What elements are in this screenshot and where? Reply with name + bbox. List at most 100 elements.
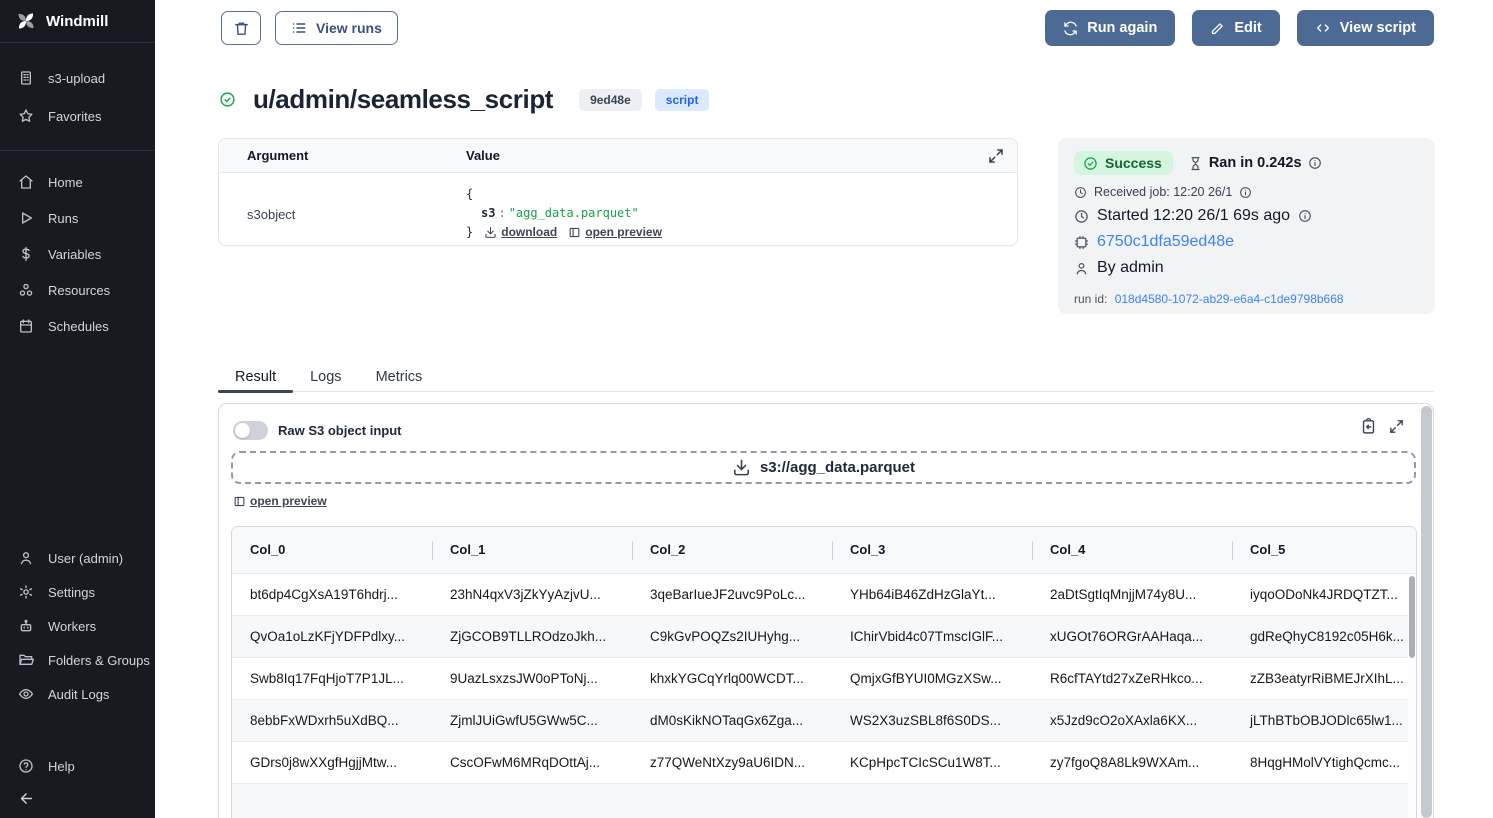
tab-result[interactable]: Result <box>218 362 293 391</box>
sidebar-item-runs[interactable]: Runs <box>0 200 155 236</box>
download-label: download <box>501 223 557 242</box>
run-id-row: run id: 018d4580-1072-ab29-e6a4-c1de9798… <box>1074 292 1419 306</box>
sidebar-item-favorites[interactable]: Favorites <box>0 97 155 135</box>
tab-logs[interactable]: Logs <box>293 362 358 391</box>
s3-file-uri: s3://agg_data.parquet <box>760 459 915 476</box>
received-label: Received job: 12:20 26/1 <box>1094 185 1232 199</box>
result-table-body: bt6dp4CgXsA19T6hdrj...23hN4qxV3jZkYyAzjv… <box>232 573 1417 818</box>
edit-button[interactable]: Edit <box>1192 10 1279 46</box>
sidebar: Windmill s3-upload Favorites Home Runs V… <box>0 0 155 818</box>
sidebar-item-label: Help <box>48 759 75 774</box>
download-icon <box>732 458 751 477</box>
expand-icon[interactable] <box>987 147 1005 165</box>
open-preview-link[interactable]: open preview <box>233 494 327 508</box>
result-panel-scrollbar[interactable] <box>1421 406 1432 818</box>
sidebar-item-settings[interactable]: Settings <box>0 575 155 609</box>
sidebar-item-workspace[interactable]: s3-upload <box>0 59 155 97</box>
table-row: Swb8Iq17FqHjoT7P1JL...9UazLsxzsJW0oPToNj… <box>232 657 1417 699</box>
sidebar-item-audit-logs[interactable]: Audit Logs <box>0 677 155 711</box>
table-row: QvOa1oLzKFjYDFPdlxy...ZjGCOB9TLLROdzoJkh… <box>232 615 1417 657</box>
sidebar-item-schedules[interactable]: Schedules <box>0 308 155 344</box>
help-icon <box>18 758 34 774</box>
status-row-received: Received job: 12:20 26/1 <box>1074 185 1419 199</box>
json-close-row: } download open preview <box>466 223 662 242</box>
hourglass-icon <box>1188 156 1203 171</box>
table-cell: ZjmlJUiGwfU5GWw5C... <box>432 699 632 741</box>
user-icon <box>18 550 34 566</box>
star-icon <box>18 108 34 124</box>
table-scrollbar[interactable] <box>1408 574 1416 818</box>
sidebar-item-label: User (admin) <box>48 551 123 566</box>
toolbar-right: Run again Edit View script <box>1045 10 1434 46</box>
result-table-header-row: Col_0Col_1Col_2Col_3Col_4Col_5 <box>232 527 1417 573</box>
clock-icon <box>1074 209 1089 224</box>
expand-icon[interactable] <box>1388 418 1405 435</box>
json-string-value: "agg_data.parquet" <box>509 206 639 220</box>
json-colon: : <box>495 206 508 220</box>
status-badge: Success <box>1074 151 1173 175</box>
table-cell: 8HqgHMolVYtighQcmc... <box>1232 741 1417 783</box>
table-cell: WS2X3uzSBL8f6S0DS... <box>832 699 1032 741</box>
raw-s3-toggle[interactable] <box>233 421 268 440</box>
table-cell: jLThBTbOBJODlc65lw1... <box>1232 699 1417 741</box>
job-status-card: Success Ran in 0.242s Received job: 12:2… <box>1058 138 1435 314</box>
table-cell: x5Jzd9cO2oXAxla6KX... <box>1032 699 1232 741</box>
sidebar-item-user[interactable]: User (admin) <box>0 541 155 575</box>
home-icon <box>18 174 34 190</box>
download-icon <box>484 226 497 239</box>
clock-icon <box>1074 186 1087 199</box>
s3-file-download-zone[interactable]: s3://agg_data.parquet <box>231 451 1416 484</box>
sidebar-item-label: Resources <box>48 283 110 298</box>
trash-icon <box>233 20 250 37</box>
table-cell: Swb8Iq17FqHjoT7P1JL... <box>232 657 432 699</box>
sidebar-item-variables[interactable]: Variables <box>0 236 155 272</box>
open-preview-link[interactable]: open preview <box>568 223 662 242</box>
table-scrollbar-thumb[interactable] <box>1409 576 1415 658</box>
boxes-icon <box>18 282 34 298</box>
json-line: s3:"agg_data.parquet" <box>466 204 662 223</box>
info-icon[interactable] <box>1298 209 1312 223</box>
run-again-button[interactable]: Run again <box>1045 10 1175 46</box>
table-cell: iyqoODoNk4JRDQTZT... <box>1232 573 1417 615</box>
sidebar-item-resources[interactable]: Resources <box>0 272 155 308</box>
argument-name: s3object <box>219 173 466 242</box>
tab-metrics[interactable]: Metrics <box>359 362 440 391</box>
table-row: 8ebbFxWDxrh5uXdBQ...ZjmlJUiGwfU5GWw5C...… <box>232 699 1417 741</box>
table-cell: 23hN4qxV3jZkYyAzjvU... <box>432 573 632 615</box>
copy-clipboard-icon[interactable] <box>1360 418 1377 435</box>
view-script-button[interactable]: View script <box>1297 10 1434 46</box>
pencil-icon <box>1210 21 1225 36</box>
sidebar-collapse-button[interactable] <box>12 786 35 810</box>
arguments-card: Argument Value s3object { s3:"agg_data.p… <box>218 138 1018 246</box>
delete-button[interactable] <box>221 11 261 45</box>
gear-icon <box>18 584 34 600</box>
sidebar-item-folders-groups[interactable]: Folders & Groups <box>0 643 155 677</box>
table-cell: khxkYGCqYrlq00WCDT... <box>632 657 832 699</box>
download-link[interactable]: download <box>484 223 557 242</box>
json-close-brace: } <box>466 223 473 242</box>
table-cell: zZB3eatyrRiBMEJrXIhL... <box>1232 657 1417 699</box>
worker-link[interactable]: 6750c1dfa59ed48e <box>1097 233 1234 251</box>
table-cell: dM0sKikNOTaqGx6Zga... <box>632 699 832 741</box>
table-cell: 2aDtSgtIqMnjjM74y8U... <box>1032 573 1232 615</box>
started-label: Started 12:20 26/1 69s ago <box>1097 207 1290 225</box>
view-runs-label: View runs <box>316 20 382 36</box>
app-logo[interactable]: Windmill <box>0 0 155 43</box>
sidebar-item-label: Home <box>48 175 83 190</box>
argument-row: s3object { s3:"agg_data.parquet" } downl… <box>219 173 1017 242</box>
toggle-knob <box>235 423 250 438</box>
table-cell: C9kGvPOQZs2IUHyhg... <box>632 615 832 657</box>
run-id-link[interactable]: 018d4580-1072-ab29-e6a4-c1de9798b668 <box>1115 292 1344 306</box>
toolbar-left: View runs <box>221 11 398 45</box>
play-icon <box>18 210 34 226</box>
info-icon[interactable] <box>1308 156 1322 170</box>
result-panel-scrollbar-thumb[interactable] <box>1421 406 1432 818</box>
page-title: u/admin/seamless_script <box>253 84 553 115</box>
open-preview-icon <box>568 226 581 239</box>
arrow-left-icon <box>18 790 35 807</box>
sidebar-item-help[interactable]: Help <box>0 749 155 783</box>
info-icon[interactable] <box>1239 186 1252 199</box>
sidebar-item-workers[interactable]: Workers <box>0 609 155 643</box>
sidebar-item-home[interactable]: Home <box>0 164 155 200</box>
view-runs-button[interactable]: View runs <box>275 11 398 45</box>
